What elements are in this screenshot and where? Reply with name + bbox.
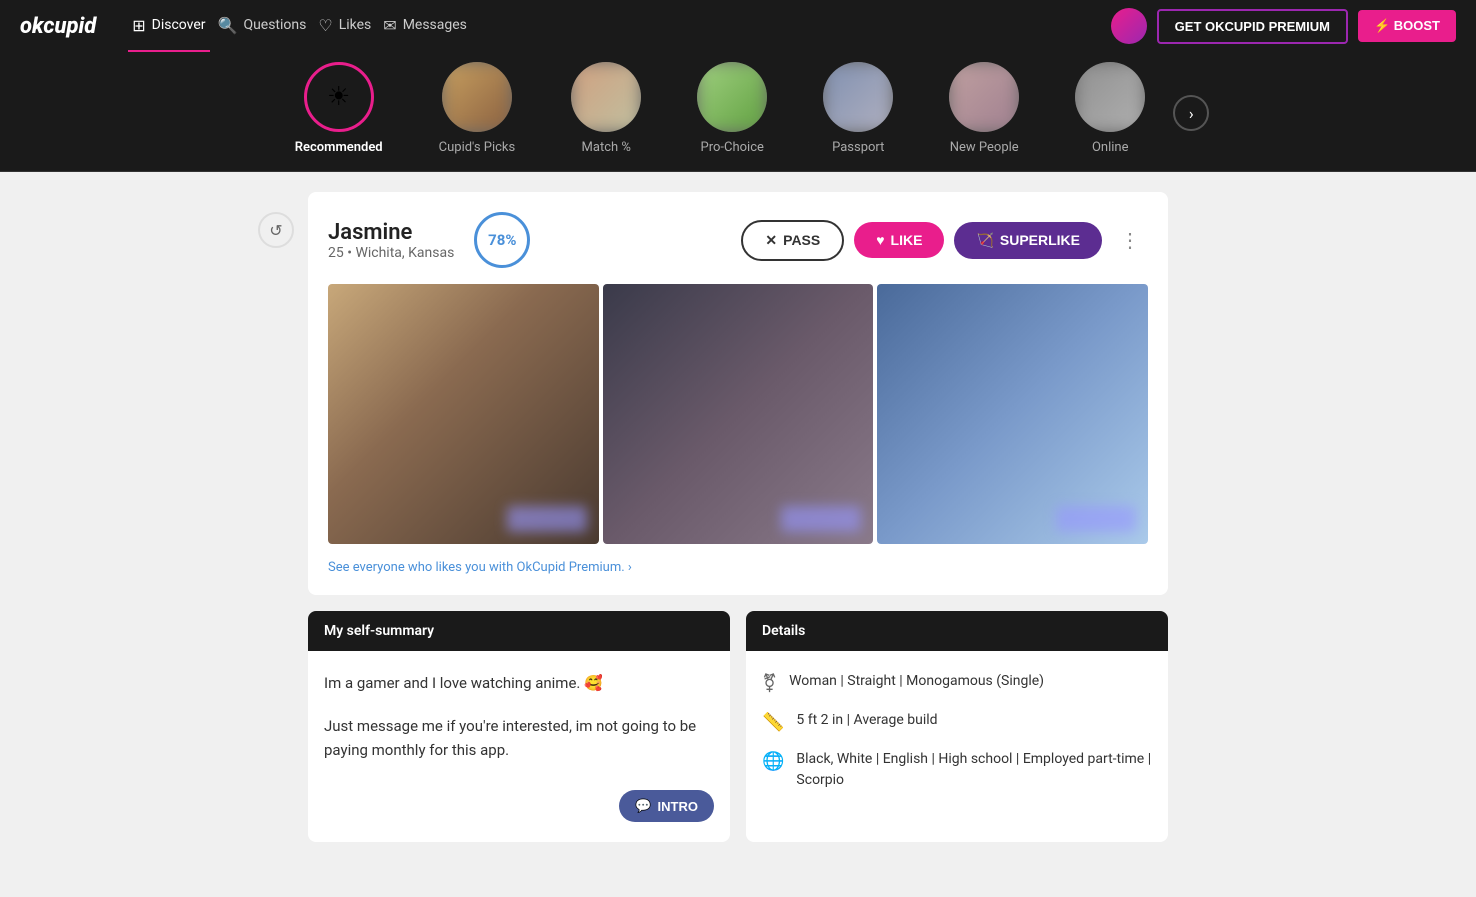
nav-questions[interactable]: 🔍 Questions <box>214 0 311 52</box>
header-right: GET OKCUPID PREMIUM ⚡ BOOST <box>1111 8 1456 44</box>
category-new-people[interactable]: New People <box>921 62 1047 155</box>
pass-button[interactable]: ✕ PASS <box>741 220 844 261</box>
detail-row-background: 🌐 Black, White | English | High school |… <box>762 749 1152 791</box>
main-content: ↺ Jasmine 25 • Wichita, Kansas 78% ✕ <box>288 192 1188 842</box>
category-passport[interactable]: Passport <box>795 62 921 155</box>
height-icon: 📏 <box>762 712 784 733</box>
new-people-photo <box>949 62 1019 132</box>
profile-name: Jasmine <box>328 220 454 245</box>
category-new-people-label: New People <box>950 140 1019 155</box>
self-summary-text-2: Just message me if you're interested, im… <box>324 714 714 762</box>
profile-photo-2[interactable] <box>603 284 874 544</box>
detail-text-height: 5 ft 2 in | Average build <box>796 710 937 731</box>
self-summary-text-1: Im a gamer and I love watching anime. 🥰 <box>324 671 714 695</box>
back-button[interactable]: ↺ <box>258 212 294 248</box>
profile-sub: 25 • Wichita, Kansas <box>328 245 454 261</box>
messages-icon: ✉ <box>383 16 396 35</box>
profile-photo-3[interactable] <box>877 284 1148 544</box>
header: okcupid ⊞ Discover 🔍 Questions ♡ Likes ✉… <box>0 0 1476 52</box>
likes-icon: ♡ <box>318 16 332 35</box>
about-grid: My self-summary Im a gamer and I love wa… <box>308 611 1168 842</box>
nav-likes[interactable]: ♡ Likes <box>314 0 375 52</box>
like-button[interactable]: ♥ LIKE <box>854 222 944 258</box>
pro-choice-photo <box>697 62 767 132</box>
more-options-button[interactable]: ⋮ <box>1112 224 1148 256</box>
match-photo <box>571 62 641 132</box>
detail-row-gender: ⚧ Woman | Straight | Monogamous (Single) <box>762 671 1152 694</box>
detail-row-height: 📏 5 ft 2 in | Average build <box>762 710 1152 733</box>
sun-heart-icon: ☀ <box>327 82 350 112</box>
boost-button[interactable]: ⚡ BOOST <box>1358 10 1456 42</box>
premium-likes-prompt: See everyone who likes you with OkCupid … <box>328 556 1148 575</box>
category-match-label: Match % <box>582 140 631 155</box>
category-pro-choice-label: Pro-Choice <box>701 140 764 155</box>
refresh-icon: ↺ <box>269 221 282 240</box>
superlike-button[interactable]: 🏹 SUPERLIKE <box>954 222 1102 259</box>
main-nav: ⊞ Discover 🔍 Questions ♡ Likes ✉ Message… <box>128 0 471 52</box>
user-avatar[interactable] <box>1111 8 1147 44</box>
photo-grid <box>328 284 1148 544</box>
category-pro-choice[interactable]: Pro-Choice <box>669 62 795 155</box>
profile-info: Jasmine 25 • Wichita, Kansas <box>328 220 454 261</box>
category-match[interactable]: Match % <box>543 62 669 155</box>
profile-card-wrapper: ↺ Jasmine 25 • Wichita, Kansas 78% ✕ <box>308 192 1168 595</box>
premium-link[interactable]: See everyone who likes you with OkCupid … <box>328 560 632 575</box>
category-cupids-picks-label: Cupid's Picks <box>439 140 516 155</box>
superlike-icon: 🏹 <box>976 232 993 249</box>
cupids-picks-photo <box>442 62 512 132</box>
category-online-label: Online <box>1092 140 1129 155</box>
questions-icon: 🔍 <box>218 16 238 35</box>
category-recommended-label: Recommended <box>295 140 383 155</box>
action-buttons: ✕ PASS ♥ LIKE 🏹 SUPERLIKE ⋮ <box>741 220 1148 261</box>
self-summary-section: My self-summary Im a gamer and I love wa… <box>308 611 730 842</box>
discover-icon: ⊞ <box>132 16 145 35</box>
category-online[interactable]: Online <box>1047 62 1173 155</box>
gender-icon: ⚧ <box>762 673 777 694</box>
premium-button[interactable]: GET OKCUPID PREMIUM <box>1157 9 1348 44</box>
nav-discover[interactable]: ⊞ Discover <box>128 0 209 52</box>
category-passport-label: Passport <box>832 140 884 155</box>
detail-text-gender: Woman | Straight | Monogamous (Single) <box>789 671 1044 692</box>
profile-header: Jasmine 25 • Wichita, Kansas 78% ✕ PASS … <box>328 212 1148 268</box>
categories-bar: ☀ Recommended Cupid's Picks Match % Pro-… <box>0 52 1476 172</box>
photo-badge-1 <box>507 506 587 532</box>
match-percent-circle: 78% <box>474 212 530 268</box>
categories-next-button[interactable]: › <box>1173 95 1209 131</box>
details-header: Details <box>746 611 1168 651</box>
intro-button[interactable]: 💬 INTRO <box>619 790 714 822</box>
details-body: ⚧ Woman | Straight | Monogamous (Single)… <box>746 651 1168 827</box>
category-cupids-picks[interactable]: Cupid's Picks <box>411 62 544 155</box>
online-photo <box>1075 62 1145 132</box>
detail-text-background: Black, White | English | High school | E… <box>796 749 1152 791</box>
category-recommended[interactable]: ☀ Recommended <box>267 62 411 155</box>
recommended-icon-container: ☀ <box>304 62 374 132</box>
details-section: Details ⚧ Woman | Straight | Monogamous … <box>746 611 1168 842</box>
heart-icon: ♥ <box>876 232 884 248</box>
profile-photo-1[interactable] <box>328 284 599 544</box>
profile-card: Jasmine 25 • Wichita, Kansas 78% ✕ PASS … <box>308 192 1168 595</box>
self-summary-header: My self-summary <box>308 611 730 651</box>
logo: okcupid <box>20 14 96 39</box>
photo-badge-2 <box>781 506 861 532</box>
passport-photo <box>823 62 893 132</box>
photo-badge-3 <box>1056 506 1136 532</box>
nav-messages[interactable]: ✉ Messages <box>379 0 471 52</box>
self-summary-body: Im a gamer and I love watching anime. 🥰 … <box>308 651 730 842</box>
chevron-right-icon: › <box>1189 104 1194 123</box>
x-icon: ✕ <box>765 232 777 249</box>
chat-icon: 💬 <box>635 798 651 814</box>
globe-icon: 🌐 <box>762 751 784 772</box>
